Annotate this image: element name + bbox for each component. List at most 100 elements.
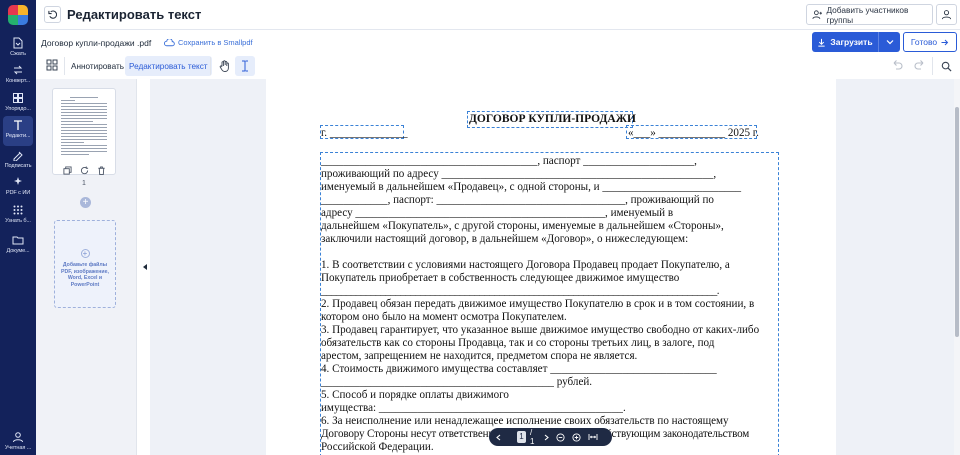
tab-edit-text[interactable]: Редактировать текст bbox=[125, 56, 212, 76]
document-title[interactable]: ДОГОВОР КУПЛИ-ПРОДАЖИ bbox=[469, 113, 636, 125]
pdf-page[interactable]: ДОГОВОР КУПЛИ-ПРОДАЖИ г. ______________ … bbox=[266, 79, 836, 455]
download-options-toggle[interactable] bbox=[879, 39, 900, 45]
document-line[interactable]: дальнейшем «Покупатель», с другой сторон… bbox=[321, 220, 724, 233]
redo-button[interactable] bbox=[913, 58, 927, 77]
sidebar-item-label: Упорядо... bbox=[5, 106, 31, 112]
caret-left-icon bbox=[143, 264, 147, 270]
document-line[interactable]: ________________________________________… bbox=[321, 285, 720, 298]
page-thumbnail[interactable] bbox=[52, 88, 116, 175]
document-line[interactable]: имущества: _____________________________… bbox=[321, 402, 626, 415]
document-line[interactable]: ____________, паспорт: _________________… bbox=[321, 194, 714, 207]
sidebar-item-edit[interactable]: Редакти... bbox=[3, 116, 33, 146]
document-line[interactable]: Покупатель приобретает в собственность с… bbox=[321, 272, 679, 285]
chevron-left-icon bbox=[496, 434, 501, 440]
page-count: / 1 bbox=[530, 428, 535, 446]
previous-page-button[interactable] bbox=[496, 434, 501, 441]
undo-button[interactable] bbox=[890, 58, 904, 77]
account-button[interactable] bbox=[936, 4, 957, 25]
ai-sparkle-icon bbox=[14, 177, 22, 185]
current-page-input[interactable]: 1 bbox=[517, 431, 526, 443]
zoom-out-button[interactable] bbox=[556, 432, 565, 442]
search-icon bbox=[941, 61, 952, 72]
fit-width-button[interactable] bbox=[588, 433, 598, 441]
document-line[interactable]: 6. За неисполнение или ненадлежащее испо… bbox=[321, 415, 729, 428]
scrollbar-thumb[interactable] bbox=[955, 107, 959, 337]
sidebar-item-convert[interactable]: Конверт... bbox=[0, 61, 36, 91]
copy-icon bbox=[62, 165, 72, 175]
sidebar-item-label: Узнать б... bbox=[5, 218, 31, 224]
sidebar-item-more[interactable]: Узнать б... bbox=[0, 201, 36, 231]
document-line[interactable]: заключили настоящий договор, в дальнейше… bbox=[321, 233, 688, 246]
download-icon bbox=[818, 38, 826, 47]
document-line[interactable]: 4. Стоимость движимого имущества составл… bbox=[321, 363, 717, 376]
save-to-cloud-label: Сохранить в Smallpdf bbox=[178, 38, 253, 47]
rotate-page-button[interactable] bbox=[79, 165, 89, 175]
zoom-in-icon bbox=[572, 432, 581, 442]
sidebar-item-compress[interactable]: Сжать bbox=[0, 34, 36, 64]
undo-arrow-icon bbox=[48, 10, 57, 19]
thumbnails-toggle[interactable] bbox=[45, 58, 59, 72]
document-line[interactable]: адресу _________________________________… bbox=[321, 207, 673, 220]
document-line[interactable]: Российской Федерации. bbox=[321, 441, 434, 454]
done-label: Готово bbox=[910, 37, 938, 47]
sidebar-item-label: Учетная ... bbox=[4, 445, 32, 451]
sidebar-item-label: Подписать bbox=[4, 163, 32, 169]
add-user-icon bbox=[812, 10, 823, 19]
tab-annotate[interactable]: Аннотировать bbox=[68, 57, 127, 75]
file-dropzone[interactable]: + Добавьте файлы PDF, изображение, Word,… bbox=[54, 220, 116, 308]
back-button[interactable] bbox=[44, 6, 61, 23]
plus-circle-icon: + bbox=[80, 249, 90, 258]
zoom-out-icon bbox=[556, 432, 565, 442]
save-to-cloud-link[interactable]: Сохранить в Smallpdf bbox=[164, 38, 253, 47]
rotate-icon bbox=[80, 165, 88, 174]
document-line[interactable]: проживающий по адресу __________________… bbox=[321, 168, 716, 181]
sidebar-item-label: Конверт... bbox=[5, 78, 31, 84]
zoom-in-button[interactable] bbox=[572, 432, 581, 442]
hand-tool[interactable] bbox=[215, 57, 233, 75]
thumbnail-actions bbox=[62, 165, 106, 175]
sidebar-item-ai[interactable]: PDF с ИИ bbox=[0, 173, 36, 203]
app-sidebar: Сжать Конверт... Упорядо... Редакти... П… bbox=[0, 0, 36, 455]
document-line[interactable]: ________________________________________… bbox=[321, 376, 592, 389]
collapse-panel-button[interactable] bbox=[141, 262, 149, 272]
sidebar-item-sign[interactable]: Подписать bbox=[0, 146, 36, 176]
sidebar-item-label: PDF с ИИ bbox=[5, 190, 31, 196]
text-cursor-tool[interactable] bbox=[235, 56, 255, 76]
page-title: Редактировать текст bbox=[67, 7, 202, 22]
done-button[interactable]: Готово bbox=[903, 32, 957, 52]
sidebar-item-label: Редакти... bbox=[5, 133, 31, 139]
city-field[interactable]: г. ______________ bbox=[321, 127, 408, 140]
sidebar-item-organize[interactable]: Упорядо... bbox=[0, 89, 36, 119]
document-line[interactable]: 1. В соответствии с условиями настоящего… bbox=[321, 259, 730, 272]
duplicate-page-button[interactable] bbox=[62, 165, 72, 175]
plus-icon: + bbox=[82, 197, 89, 208]
document-canvas: ДОГОВОР КУПЛИ-ПРОДАЖИ г. ______________ … bbox=[150, 79, 954, 455]
document-line[interactable]: обязательств как со стороны Продавца, та… bbox=[321, 337, 714, 350]
document-line[interactable]: котором оно было на момент осмотра Покуп… bbox=[321, 311, 567, 324]
file-name: Договор купли-продажи .pdf bbox=[41, 38, 152, 48]
dropzone-text: Добавьте файлы PDF, изображение, Word, E… bbox=[61, 262, 109, 288]
date-field[interactable]: «___» ____________ 2025 г. bbox=[628, 127, 759, 140]
smallpdf-logo[interactable] bbox=[8, 5, 28, 25]
document-line[interactable]: 3. Продавец гарантирует, что указанное в… bbox=[321, 324, 759, 337]
trash-icon bbox=[97, 165, 105, 175]
document-line[interactable]: 5. Способ и порядке оплаты движимого bbox=[321, 389, 509, 402]
apps-grid-icon bbox=[13, 205, 23, 215]
document-line[interactable]: _______________________________________,… bbox=[321, 155, 697, 168]
add-page-button[interactable]: + bbox=[80, 197, 91, 208]
download-main[interactable]: Загрузить bbox=[812, 32, 879, 52]
next-page-button[interactable] bbox=[544, 434, 549, 441]
text-cursor-icon bbox=[242, 60, 248, 72]
search-button[interactable] bbox=[937, 57, 955, 75]
document-line[interactable]: 2. Продавец обязан передать движимое иму… bbox=[321, 298, 754, 311]
fit-width-icon bbox=[588, 434, 598, 440]
delete-page-button[interactable] bbox=[96, 165, 106, 175]
add-participants-button[interactable]: Добавить участников группы bbox=[806, 4, 933, 25]
toolbar-divider bbox=[932, 57, 933, 75]
sidebar-item-account[interactable]: Учетная ... bbox=[0, 428, 36, 455]
document-line[interactable]: именуемый в дальнейшем «Продавец», с одн… bbox=[321, 181, 741, 194]
download-button[interactable]: Загрузить bbox=[812, 32, 900, 52]
grid-view-icon bbox=[46, 59, 58, 71]
document-line[interactable]: арестом, запрещением не находится, предм… bbox=[321, 350, 637, 363]
sidebar-item-documents[interactable]: Докуме... bbox=[0, 231, 36, 261]
